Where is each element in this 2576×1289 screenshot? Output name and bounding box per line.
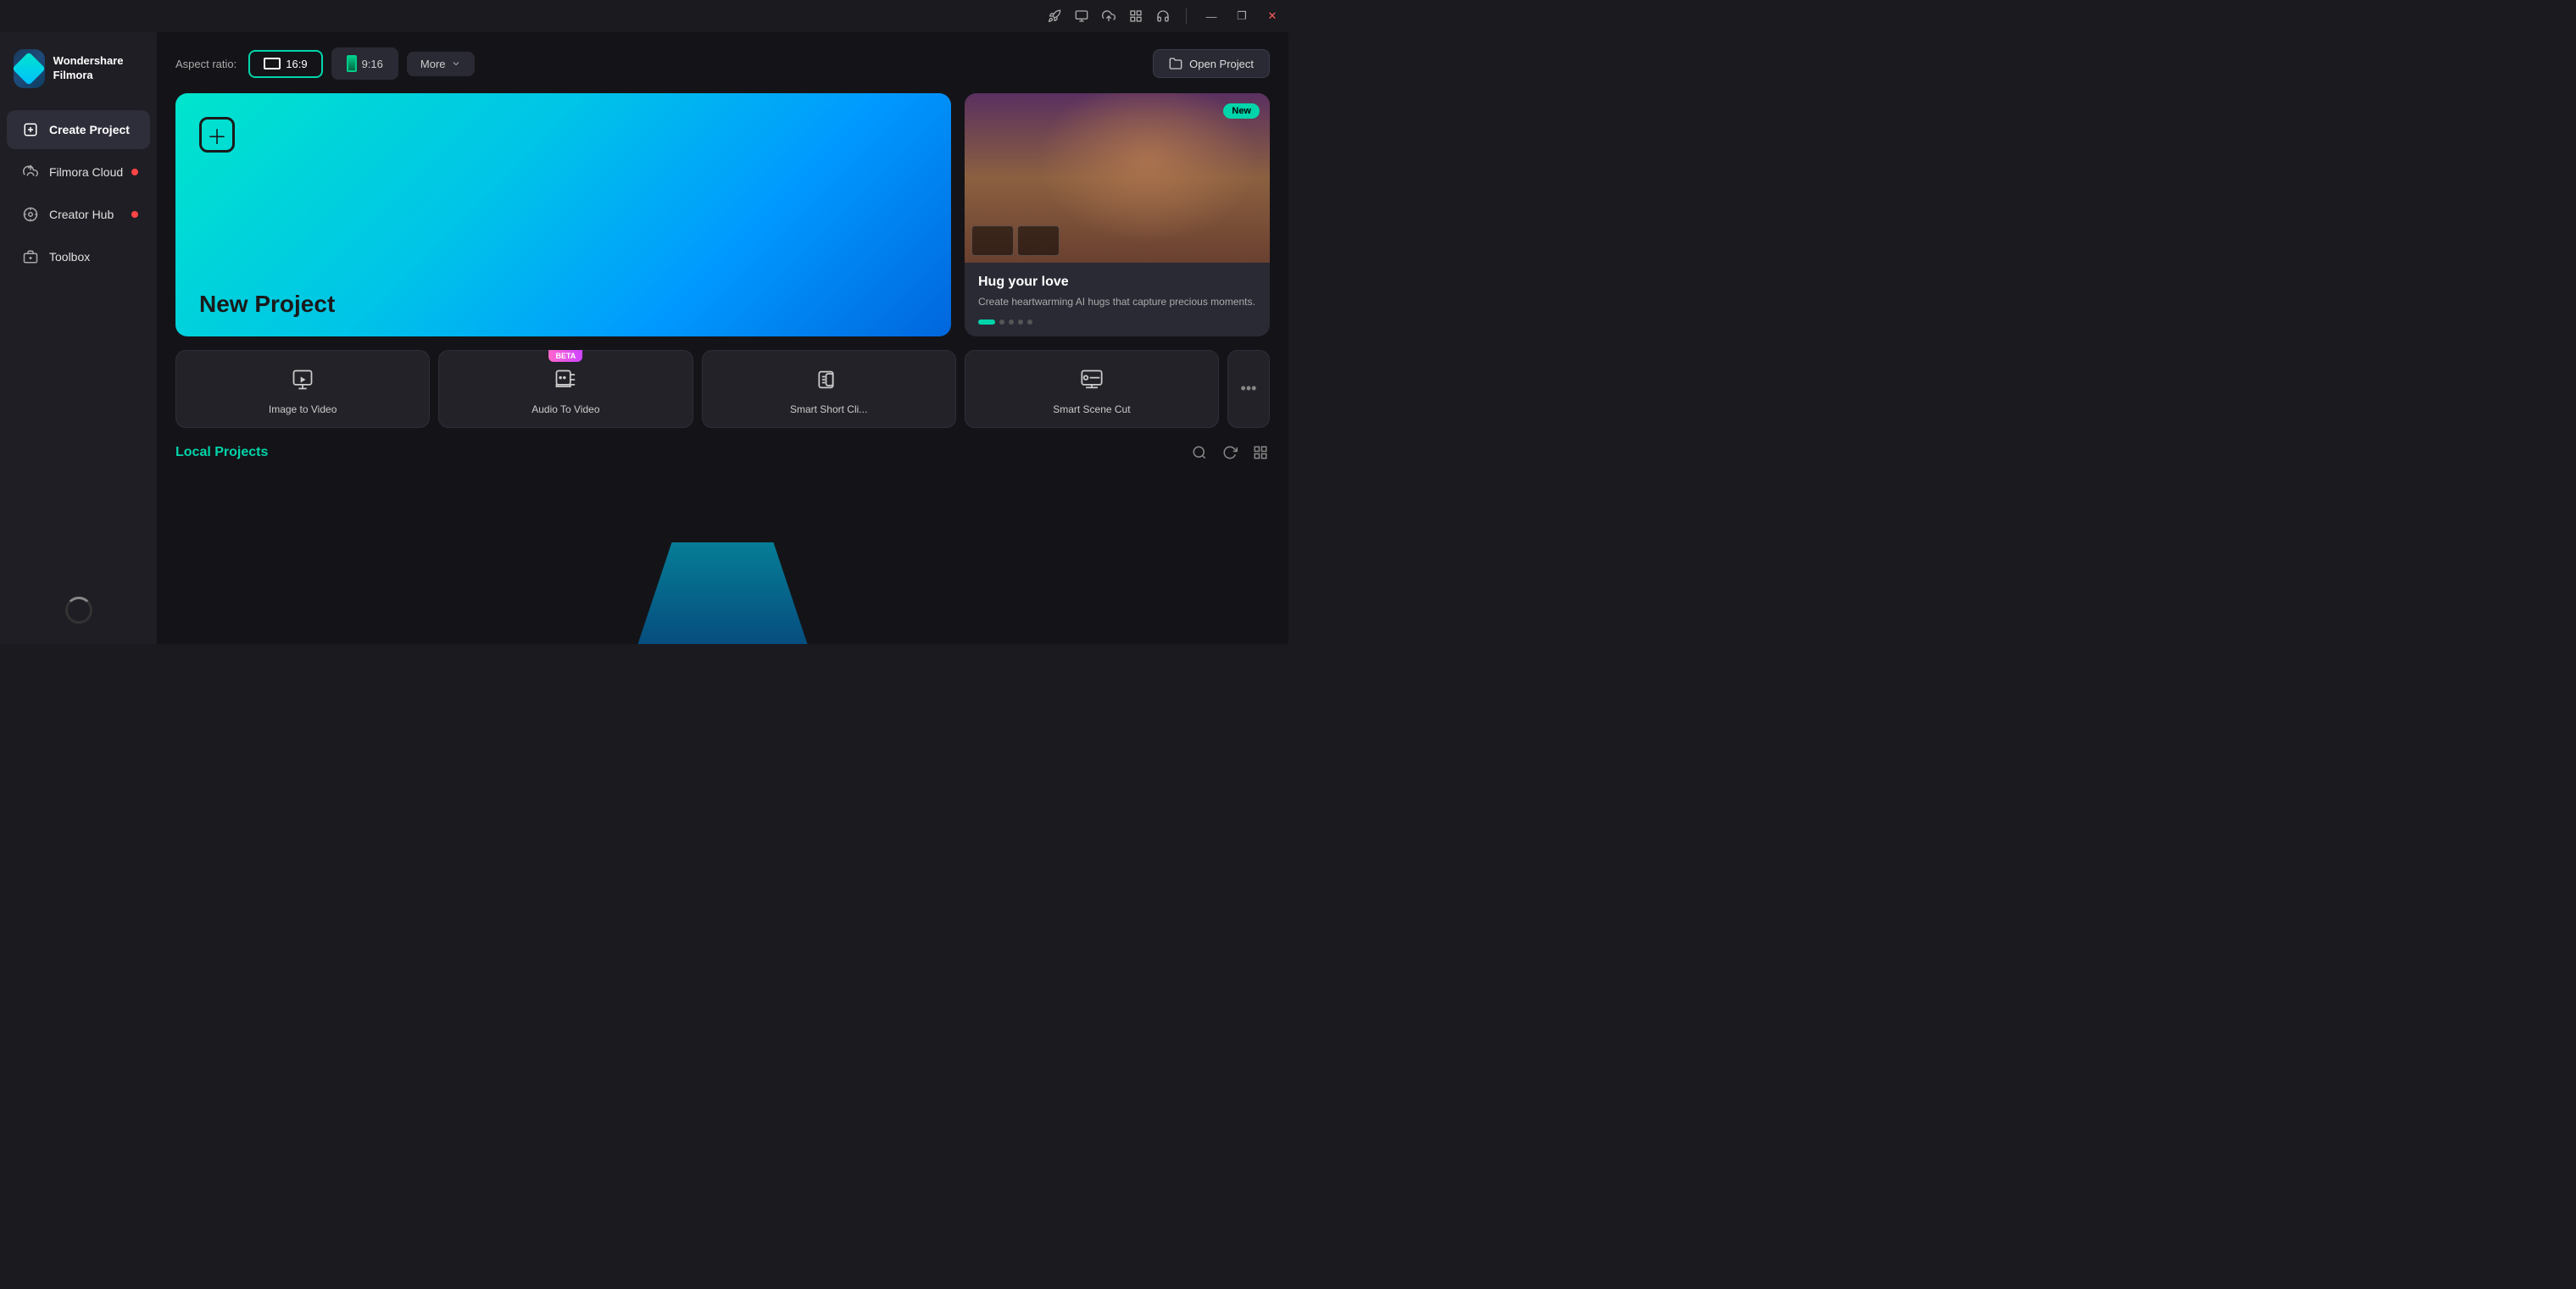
featured-thumbnails (971, 225, 1060, 256)
refresh-icon[interactable] (1221, 443, 1239, 462)
carousel-dot-4[interactable] (1018, 319, 1023, 325)
maximize-button[interactable]: ❐ (1232, 7, 1251, 25)
creator-hub-icon (22, 206, 39, 223)
featured-image: New (965, 93, 1270, 263)
more-tools-button[interactable]: ••• (1227, 350, 1270, 428)
filmora-cloud-dot (131, 169, 138, 175)
sidebar-item-creator-hub-label: Creator Hub (49, 208, 114, 221)
sidebar-item-create-project-label: Create Project (49, 123, 130, 136)
sidebar-item-filmora-cloud[interactable]: Filmora Cloud (7, 153, 150, 192)
top-controls: Aspect ratio: 16:9 9:16 More Open Projec… (175, 47, 1270, 80)
open-project-button[interactable]: Open Project (1153, 49, 1270, 78)
local-projects-actions (1190, 443, 1270, 462)
sidebar: Wondershare Filmora Create Project Filmo… (0, 32, 157, 644)
search-icon[interactable] (1190, 443, 1209, 462)
featured-thumb-1 (971, 225, 1014, 256)
more-label: More (420, 58, 446, 70)
new-badge: New (1223, 103, 1260, 119)
audio-to-video-icon (550, 364, 581, 395)
toolbox-icon (22, 248, 39, 265)
carousel-dot-2[interactable] (999, 319, 1004, 325)
carousel-dots (978, 319, 1256, 325)
titlebar: — ❐ ✕ (0, 0, 1288, 32)
smart-short-clip-label: Smart Short Cli... (790, 403, 867, 415)
cloud-upload-icon[interactable] (1101, 8, 1116, 24)
local-projects-section: Local Projects (175, 443, 1270, 462)
create-project-icon (22, 121, 39, 138)
open-project-label: Open Project (1189, 58, 1254, 70)
audio-to-video-label: Audio To Video (531, 403, 599, 415)
aspect-9-16-button[interactable]: 9:16 (331, 47, 398, 80)
sidebar-item-toolbox[interactable]: Toolbox (7, 237, 150, 276)
tool-smart-scene-cut[interactable]: Smart Scene Cut (965, 350, 1219, 428)
sidebar-logo: Wondershare Filmora (0, 42, 157, 108)
rocket-icon[interactable] (1047, 8, 1062, 24)
more-aspect-button[interactable]: More (407, 52, 475, 76)
image-to-video-label: Image to Video (269, 403, 337, 415)
beta-badge: BETA (548, 350, 582, 362)
featured-description: Create heartwarming AI hugs that capture… (978, 295, 1256, 309)
featured-content: Hug your love Create heartwarming AI hug… (965, 263, 1270, 336)
new-project-plus-icon: ＋ (199, 117, 235, 153)
tool-image-to-video[interactable]: Image to Video (175, 350, 430, 428)
aspect-16-9-label: 16:9 (286, 58, 307, 70)
app-name: Wondershare Filmora (53, 54, 143, 83)
local-projects-title: Local Projects (175, 445, 268, 460)
titlebar-icons: — ❐ ✕ (1047, 7, 1282, 25)
more-tools-label: ••• (1241, 380, 1257, 397)
screen-record-icon[interactable] (1074, 8, 1089, 24)
loading-spinner (65, 597, 92, 624)
new-project-card[interactable]: ＋ New Project (175, 93, 951, 336)
featured-card[interactable]: New Hug your love Create heartwarming AI… (965, 93, 1270, 336)
tool-smart-short-clip[interactable]: Smart Short Cli... (702, 350, 956, 428)
wide-icon (264, 58, 281, 69)
smart-scene-cut-label: Smart Scene Cut (1053, 403, 1130, 415)
aspect-ratio-label: Aspect ratio: (175, 58, 236, 70)
main-content: Aspect ratio: 16:9 9:16 More Open Projec… (157, 32, 1288, 644)
titlebar-divider (1186, 8, 1187, 24)
minimize-button[interactable]: — (1202, 7, 1221, 25)
sidebar-bottom (0, 586, 157, 634)
aspect-9-16-label: 9:16 (362, 58, 383, 70)
tall-icon (347, 55, 357, 72)
tool-buttons: Image to Video BETA Audio To Video Smart… (175, 350, 1270, 428)
featured-thumb-2 (1017, 225, 1060, 256)
new-project-title: New Project (199, 291, 927, 318)
grid-layout-icon[interactable] (1128, 8, 1143, 24)
bottom-area (175, 472, 1270, 644)
sidebar-item-filmora-cloud-label: Filmora Cloud (49, 165, 123, 179)
smart-scene-cut-icon (1077, 364, 1107, 395)
close-button[interactable]: ✕ (1263, 7, 1282, 25)
logo-diamond (13, 52, 47, 86)
headset-icon[interactable] (1155, 8, 1171, 24)
app-body: Wondershare Filmora Create Project Filmo… (0, 32, 1288, 644)
sidebar-item-toolbox-label: Toolbox (49, 250, 90, 264)
smart-short-clip-icon (814, 364, 844, 395)
featured-title: Hug your love (978, 275, 1256, 290)
view-toggle-icon[interactable] (1251, 443, 1270, 462)
carousel-dot-5[interactable] (1027, 319, 1032, 325)
app-logo-icon (14, 49, 45, 88)
creator-hub-dot (131, 211, 138, 218)
aspect-16-9-button[interactable]: 16:9 (248, 50, 322, 78)
bottom-decoration (638, 542, 808, 644)
aspect-ratio-section: Aspect ratio: 16:9 9:16 More (175, 47, 475, 80)
sidebar-item-create-project[interactable]: Create Project (7, 110, 150, 149)
carousel-dot-3[interactable] (1009, 319, 1014, 325)
tool-audio-to-video[interactable]: BETA Audio To Video (438, 350, 693, 428)
cards-area: ＋ New Project New Hug your love Create h… (175, 93, 1270, 336)
filmora-cloud-icon (22, 164, 39, 181)
carousel-dot-1[interactable] (978, 319, 995, 325)
sidebar-item-creator-hub[interactable]: Creator Hub (7, 195, 150, 234)
image-to-video-icon (287, 364, 318, 395)
